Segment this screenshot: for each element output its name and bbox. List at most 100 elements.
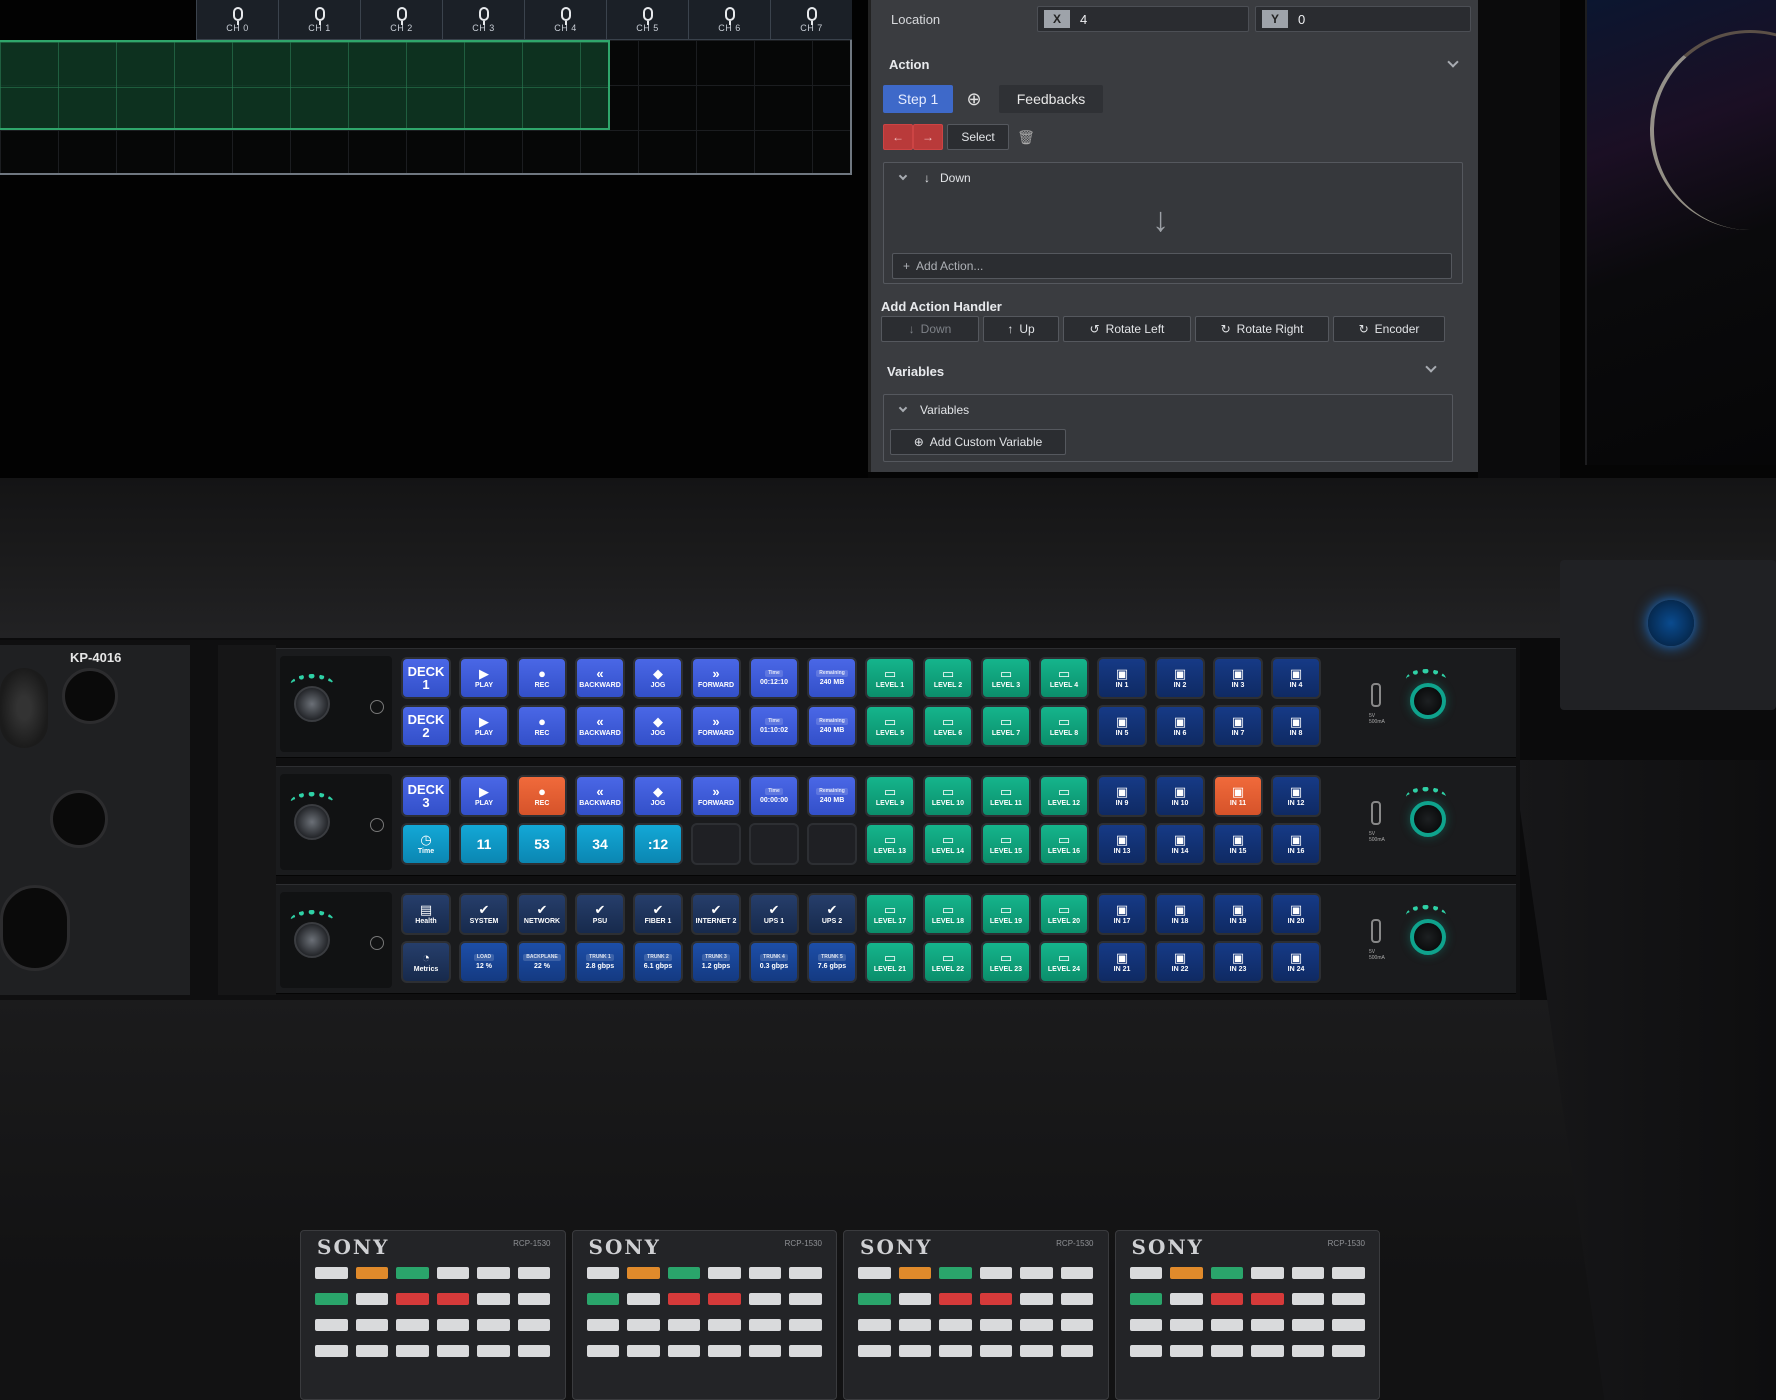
location-x-field[interactable]: X 4 — [1037, 6, 1249, 32]
channel-1[interactable]: CH 1 — [278, 0, 360, 39]
add-action-input[interactable]: + Add Action... — [892, 253, 1452, 279]
rcp-button[interactable] — [586, 1267, 620, 1279]
rcp-button[interactable] — [748, 1319, 782, 1331]
rcp-button[interactable] — [355, 1345, 389, 1357]
key-button[interactable]: ▭ LEVEL 7 — [981, 705, 1031, 747]
key-button[interactable]: ▭ LEVEL 23 — [981, 941, 1031, 983]
rcp-button[interactable] — [355, 1293, 389, 1305]
rcp-button[interactable] — [1210, 1267, 1244, 1279]
key-button[interactable] — [749, 823, 799, 865]
right-encoder-knob[interactable] — [1410, 919, 1446, 955]
rcp-button[interactable] — [396, 1293, 429, 1305]
handler-up-button[interactable]: ↑ Up — [983, 316, 1059, 342]
channel-7[interactable]: CH 7 — [770, 0, 852, 39]
encoder-button[interactable] — [370, 936, 384, 950]
key-button[interactable]: Remaining 240 MB — [807, 775, 857, 817]
rcp-button[interactable] — [708, 1319, 741, 1331]
rcp-button[interactable] — [477, 1267, 510, 1279]
rcp-button[interactable] — [477, 1319, 510, 1331]
key-button[interactable]: ▣ IN 20 — [1271, 893, 1321, 935]
key-button[interactable]: ▣ IN 19 — [1213, 893, 1263, 935]
rcp-button[interactable] — [898, 1293, 932, 1305]
key-button[interactable]: ▭ LEVEL 24 — [1039, 941, 1089, 983]
key-button[interactable]: ▶ PLAY — [459, 657, 509, 699]
rcp-button[interactable] — [667, 1319, 701, 1331]
key-button[interactable]: ▭ LEVEL 20 — [1039, 893, 1089, 935]
chevron-down-icon[interactable] — [898, 403, 908, 413]
key-button[interactable]: LOAD 12 % — [459, 941, 509, 983]
key-button[interactable]: ◆ JOG — [633, 657, 683, 699]
rcp-button[interactable] — [789, 1267, 822, 1279]
rcp-button[interactable] — [667, 1345, 701, 1357]
rcp-button[interactable] — [748, 1267, 782, 1279]
rcp-button[interactable] — [1291, 1345, 1325, 1357]
rcp-button[interactable] — [477, 1293, 510, 1305]
key-button[interactable]: ▣ IN 21 — [1097, 941, 1147, 983]
rcp-button[interactable] — [396, 1267, 429, 1279]
key-button[interactable]: ✔ UPS 1 — [749, 893, 799, 935]
right-encoder-knob[interactable] — [1410, 683, 1446, 719]
key-button[interactable]: ▣ IN 1 — [1097, 657, 1147, 699]
rcp-button[interactable] — [477, 1345, 510, 1357]
key-button[interactable]: ▣ IN 6 — [1155, 705, 1205, 747]
key-button[interactable]: 53 — [517, 823, 567, 865]
key-button[interactable]: «BACKWARD — [575, 705, 625, 747]
rcp-button[interactable] — [1332, 1293, 1365, 1305]
rcp-button[interactable] — [1020, 1345, 1053, 1357]
key-button[interactable] — [691, 823, 741, 865]
key-button[interactable]: ◆ JOG — [633, 775, 683, 817]
rcp-button[interactable] — [667, 1267, 701, 1279]
rcp-button[interactable] — [517, 1293, 551, 1305]
key-button[interactable]: Remaining 240 MB — [807, 657, 857, 699]
key-button[interactable]: ▣ IN 5 — [1097, 705, 1147, 747]
rcp-button[interactable] — [355, 1319, 389, 1331]
encoder-button[interactable] — [370, 818, 384, 832]
key-button[interactable]: ▣ IN 9 — [1097, 775, 1147, 817]
key-button[interactable]: ▣ IN 13 — [1097, 823, 1147, 865]
rcp-button[interactable] — [1291, 1293, 1325, 1305]
rcp-button[interactable] — [789, 1345, 822, 1357]
arrow-left-icon[interactable]: ← — [883, 124, 913, 150]
rcp-button[interactable] — [1060, 1345, 1094, 1357]
chevron-down-icon[interactable] — [1447, 56, 1459, 68]
key-button[interactable]: ▭ LEVEL 13 — [865, 823, 915, 865]
rcp-button[interactable] — [979, 1319, 1013, 1331]
rcp-button[interactable] — [517, 1319, 551, 1331]
key-button[interactable]: :12 — [633, 823, 683, 865]
rcp-button[interactable] — [1020, 1267, 1053, 1279]
rcp-button[interactable] — [1251, 1293, 1284, 1305]
key-button[interactable]: ▭ LEVEL 10 — [923, 775, 973, 817]
channel-4[interactable]: CH 4 — [524, 0, 606, 39]
key-button[interactable]: TRUNK 2 6.1 gbps — [633, 941, 683, 983]
arrow-right-icon[interactable]: → — [913, 124, 943, 150]
key-button[interactable]: ▣ IN 8 — [1271, 705, 1321, 747]
rcp-button[interactable] — [979, 1267, 1013, 1279]
key-button[interactable]: ✔ INTERNET 2 — [691, 893, 741, 935]
key-button[interactable]: ▭ LEVEL 6 — [923, 705, 973, 747]
key-button[interactable]: ▣ IN 23 — [1213, 941, 1263, 983]
rcp-button[interactable] — [355, 1267, 389, 1279]
rcp-button[interactable] — [1210, 1345, 1244, 1357]
key-button[interactable]: TRUNK 5 7.6 gbps — [807, 941, 857, 983]
rcp-button[interactable] — [979, 1293, 1013, 1305]
select-button[interactable]: Select — [947, 124, 1009, 150]
key-button[interactable]: ▤ Health — [401, 893, 451, 935]
key-button[interactable]: ◆ JOG — [633, 705, 683, 747]
rcp-button[interactable] — [708, 1345, 741, 1357]
rcp-button[interactable] — [627, 1319, 660, 1331]
key-button[interactable]: ● REC — [517, 657, 567, 699]
add-step-icon[interactable]: ⊕ — [961, 85, 987, 113]
key-button[interactable]: ▭ LEVEL 12 — [1039, 775, 1089, 817]
rcp-button[interactable] — [1060, 1267, 1094, 1279]
rcp-button[interactable] — [1170, 1267, 1203, 1279]
key-button[interactable]: ▶ PLAY — [459, 705, 509, 747]
key-button[interactable]: ▭ LEVEL 3 — [981, 657, 1031, 699]
key-button[interactable]: TRUNK 3 1.2 gbps — [691, 941, 741, 983]
key-button[interactable]: BACKPLANE 22 % — [517, 941, 567, 983]
key-button[interactable]: ▭ LEVEL 22 — [923, 941, 973, 983]
rcp-button[interactable] — [517, 1345, 551, 1357]
key-button[interactable]: ● REC — [517, 775, 567, 817]
rcp-button[interactable] — [898, 1319, 932, 1331]
rcp-button[interactable] — [898, 1345, 932, 1357]
side-knob[interactable] — [1648, 600, 1694, 646]
